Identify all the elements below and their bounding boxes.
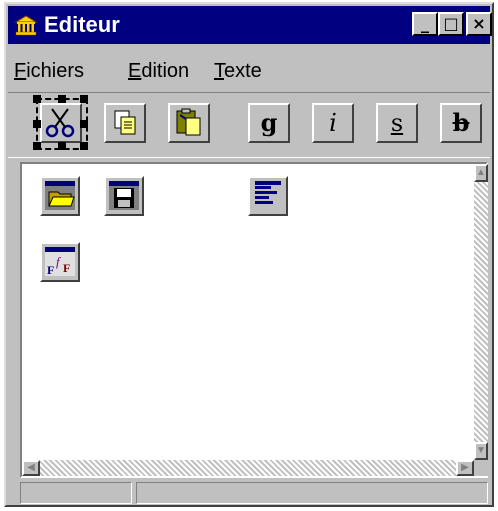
align-text-icon — [255, 181, 281, 204]
client-area[interactable]: F f F ▲ ▼ ◀ ▶ — [20, 162, 488, 478]
italic-icon: i — [329, 109, 337, 137]
resize-handle[interactable] — [80, 120, 88, 128]
resize-handle[interactable] — [58, 142, 66, 150]
resize-handle[interactable] — [80, 142, 88, 150]
menu-edition[interactable]: Edition — [128, 60, 189, 83]
editor-window: Editeur _ □ × Fichiers Edition Texte g i… — [4, 2, 494, 507]
close-button[interactable]: × — [466, 12, 492, 36]
bold-button[interactable]: g — [248, 103, 290, 143]
window-title: Editeur — [44, 12, 120, 37]
vertical-scrollbar[interactable]: ▲ ▼ — [474, 164, 488, 460]
resize-handle[interactable] — [33, 120, 41, 128]
status-pane — [136, 482, 488, 504]
status-pane — [20, 482, 132, 504]
underline-icon: s — [390, 109, 404, 137]
open-folder-icon — [45, 181, 75, 210]
open-button[interactable] — [40, 176, 80, 216]
horizontal-scrollbar[interactable]: ◀ ▶ — [22, 460, 474, 476]
scroll-down-arrow-icon[interactable]: ▼ — [474, 442, 488, 460]
copy-icon — [114, 110, 136, 135]
strikethrough-icon: b — [452, 108, 470, 137]
scroll-up-arrow-icon[interactable]: ▲ — [474, 164, 488, 182]
minimize-button[interactable]: _ — [412, 12, 438, 36]
paste-button[interactable] — [168, 103, 210, 143]
save-button[interactable] — [104, 176, 144, 216]
underline-button[interactable]: s — [376, 103, 418, 143]
bold-icon: g — [260, 108, 278, 137]
save-disk-icon — [109, 181, 139, 210]
italic-button[interactable]: i — [312, 103, 354, 143]
resize-handle[interactable] — [80, 95, 88, 103]
align-text-button[interactable] — [248, 176, 288, 216]
svg-text:F: F — [63, 261, 70, 275]
menu-bar: Fichiers Edition Texte — [8, 56, 490, 84]
resize-handle[interactable] — [33, 95, 41, 103]
building-icon — [14, 15, 38, 36]
scroll-corner — [474, 460, 488, 476]
font-icon: F f F — [45, 247, 75, 277]
scroll-right-arrow-icon[interactable]: ▶ — [456, 460, 474, 476]
title-bar[interactable]: Editeur _ □ × — [8, 6, 492, 44]
maximize-button[interactable]: □ — [438, 12, 464, 36]
strikethrough-button[interactable]: b — [440, 103, 482, 143]
paste-icon — [176, 108, 201, 136]
resize-handle[interactable] — [33, 142, 41, 150]
menu-fichiers[interactable]: Fichiers — [14, 60, 84, 83]
svg-text:F: F — [47, 263, 54, 277]
scroll-left-arrow-icon[interactable]: ◀ — [22, 460, 40, 476]
copy-button[interactable] — [104, 103, 146, 143]
menu-texte[interactable]: Texte — [214, 60, 262, 83]
status-bar — [20, 482, 488, 504]
selection-frame — [33, 95, 88, 150]
font-button[interactable]: F f F — [40, 242, 80, 282]
resize-handle[interactable] — [58, 95, 66, 103]
